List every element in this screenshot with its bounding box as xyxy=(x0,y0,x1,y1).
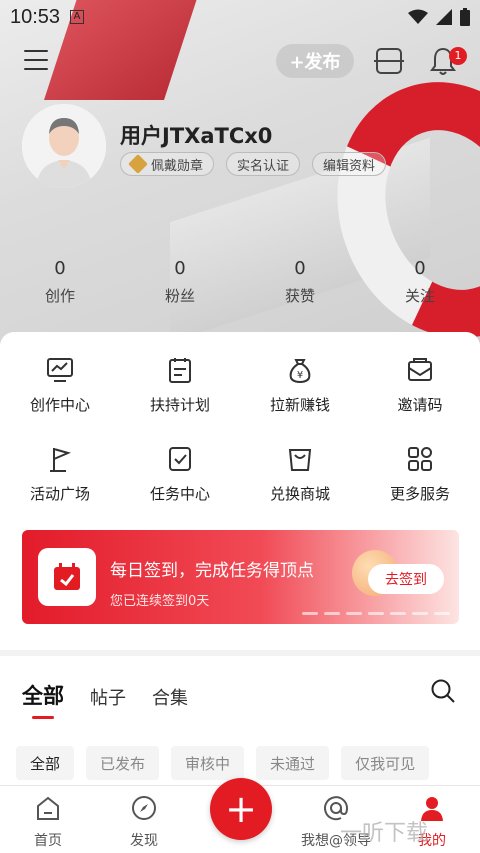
status-right-icons xyxy=(408,8,470,26)
flag-icon xyxy=(50,448,71,472)
watermark-text: 一听下载 xyxy=(340,821,429,846)
money-bag-icon: ¥ xyxy=(289,359,311,384)
verify-tag[interactable]: 实名认证 xyxy=(226,152,301,176)
publish-button[interactable]: +发布 xyxy=(276,44,354,78)
wear-medal-tag[interactable]: 佩戴勋章 xyxy=(120,152,215,176)
grid-item-more-services[interactable]: 更多服务 xyxy=(360,445,480,504)
filter-reviewing[interactable]: 审核中 xyxy=(171,746,245,780)
filter-rejected[interactable]: 未通过 xyxy=(256,746,330,780)
edit-profile-tag[interactable]: 编辑资料 xyxy=(312,152,387,176)
status-bar: 10:53 A xyxy=(0,0,480,34)
stat-following[interactable]: 0 关注 xyxy=(360,258,480,306)
status-indicator: A xyxy=(70,10,85,24)
notification-badge: 1 xyxy=(449,47,467,65)
compass-icon xyxy=(132,796,156,820)
grid-item-invite-code[interactable]: 邀请码 xyxy=(360,356,480,415)
calendar-icon xyxy=(38,548,96,606)
filter-private[interactable]: 仅我可见 xyxy=(341,746,430,780)
svg-text:¥: ¥ xyxy=(297,370,303,381)
content-tabs: 全部 帖子 合集 xyxy=(22,680,188,719)
profile-tags: 佩戴勋章 实名认证 编辑资料 xyxy=(120,152,387,176)
checkin-banner[interactable]: 每日签到，完成任务得顶点 您已连续签到0天 去签到 xyxy=(22,530,459,624)
shopping-bag-icon xyxy=(288,449,312,471)
profile-stats: 0 创作 0 粉丝 0 获赞 0 关注 xyxy=(0,258,480,306)
clipboard-icon xyxy=(169,358,191,383)
scan-icon[interactable] xyxy=(374,48,404,74)
nav-home[interactable]: 首页 xyxy=(0,786,96,853)
signal-icon xyxy=(436,9,452,25)
status-time: 10:53 xyxy=(10,5,61,28)
stat-fans[interactable]: 0 粉丝 xyxy=(120,258,240,306)
battery-icon xyxy=(460,8,470,26)
username: 用户JTXaTCx0 xyxy=(120,124,273,148)
tab-collections[interactable]: 合集 xyxy=(152,684,188,710)
banner-subtitle: 您已连续签到0天 xyxy=(110,594,210,609)
service-grid: 创作中心 扶持计划 ¥ 拉新赚钱 邀请码 活动广场 任务中心 兑换商城 更多服务 xyxy=(0,356,480,504)
wifi-icon xyxy=(408,9,428,24)
banner-title: 每日签到，完成任务得顶点 xyxy=(110,561,314,581)
filter-all[interactable]: 全部 xyxy=(16,746,75,780)
stat-creations[interactable]: 0 创作 xyxy=(0,258,120,306)
monitor-icon xyxy=(47,358,73,382)
menu-icon[interactable] xyxy=(24,50,48,70)
stat-likes[interactable]: 0 获赞 xyxy=(240,258,360,306)
grid-item-invite-earn[interactable]: ¥ 拉新赚钱 xyxy=(240,356,360,415)
mail-icon xyxy=(408,358,432,381)
grid-item-activity-square[interactable]: 活动广场 xyxy=(0,445,120,504)
grid-item-task-center[interactable]: 任务中心 xyxy=(120,445,240,504)
checkin-button[interactable]: 去签到 xyxy=(368,564,444,594)
home-icon xyxy=(37,796,59,820)
filter-chips: 全部 已发布 审核中 未通过 仅我可见 xyxy=(16,746,430,780)
medal-icon xyxy=(128,154,148,174)
filter-published[interactable]: 已发布 xyxy=(86,746,160,780)
nav-discover[interactable]: 发现 xyxy=(96,786,192,853)
avatar[interactable] xyxy=(22,104,106,188)
search-icon[interactable] xyxy=(430,678,456,704)
tab-all[interactable]: 全部 xyxy=(22,680,64,719)
grid-item-support-plan[interactable]: 扶持计划 xyxy=(120,356,240,415)
create-fab-button[interactable]: + xyxy=(210,778,272,840)
task-check-icon xyxy=(169,447,191,471)
avatar-person-icon xyxy=(22,104,106,188)
grid-icon xyxy=(408,447,432,471)
top-toolbar: +发布 xyxy=(0,38,480,86)
grid-item-creation-center[interactable]: 创作中心 xyxy=(0,356,120,415)
grid-item-exchange-mall[interactable]: 兑换商城 xyxy=(240,445,360,504)
tab-posts[interactable]: 帖子 xyxy=(90,684,126,710)
banner-pagination xyxy=(302,612,450,615)
